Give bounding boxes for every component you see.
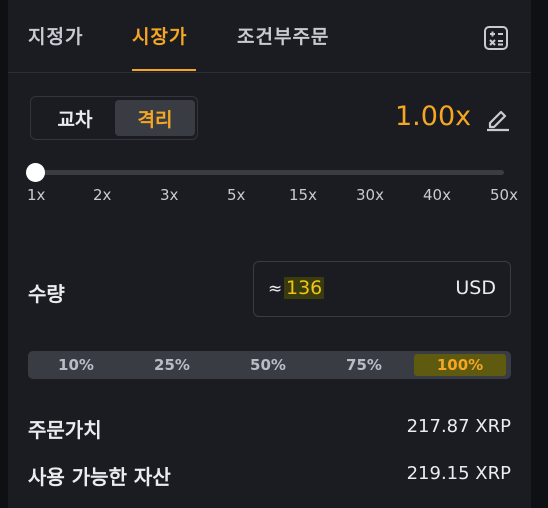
- quantity-unit: USD: [455, 277, 496, 299]
- quantity-input[interactable]: ≈ 136 USD: [253, 261, 511, 317]
- percent-10-button[interactable]: 10%: [30, 354, 122, 376]
- percent-25-button[interactable]: 25%: [126, 354, 218, 376]
- quantity-value[interactable]: 136: [284, 277, 325, 299]
- leverage-tick-2x[interactable]: 2x: [93, 186, 111, 204]
- leverage-tick-15x[interactable]: 15x: [289, 186, 317, 204]
- leverage-tick-3x[interactable]: 3x: [160, 186, 178, 204]
- leverage-slider-thumb[interactable]: [26, 163, 45, 182]
- order-value-label: 주문가치: [28, 418, 102, 442]
- tab-limit[interactable]: 지정가: [28, 22, 83, 49]
- leverage-tick-30x[interactable]: 30x: [356, 186, 384, 204]
- leverage-slider-track[interactable]: [36, 170, 504, 175]
- leverage-tick-40x[interactable]: 40x: [423, 186, 451, 204]
- calculator-icon[interactable]: [483, 25, 509, 51]
- percent-75-button[interactable]: 75%: [318, 354, 410, 376]
- order-type-tabs: 지정가 시장가 조건부주문: [8, 0, 531, 73]
- active-tab-underline: [132, 69, 196, 71]
- percent-100-button[interactable]: 100%: [414, 354, 506, 376]
- tab-conditional[interactable]: 조건부주문: [237, 22, 329, 49]
- order-value: 217.87 XRP: [406, 416, 511, 437]
- leverage-tick-50x[interactable]: 50x: [490, 186, 518, 204]
- cross-margin-button[interactable]: 교차: [35, 100, 115, 136]
- leverage-tick-5x[interactable]: 5x: [227, 186, 245, 204]
- edit-pencil-icon[interactable]: [484, 104, 512, 132]
- percent-50-button[interactable]: 50%: [222, 354, 314, 376]
- approx-symbol: ≈: [268, 279, 283, 299]
- order-panel: 지정가 시장가 조건부주문 교차 격리 1.00x 1x 2x 3x 5x 15…: [8, 0, 531, 508]
- available-assets-label: 사용 가능한 자산: [28, 465, 171, 489]
- available-assets-value: 219.15 XRP: [406, 463, 511, 484]
- isolated-margin-button[interactable]: 격리: [115, 100, 195, 136]
- percent-selector: 10% 25% 50% 75% 100%: [28, 351, 511, 379]
- tab-market[interactable]: 시장가: [132, 22, 187, 49]
- margin-mode-toggle: 교차 격리: [30, 96, 198, 140]
- leverage-value: 1.00x: [395, 101, 472, 132]
- quantity-label: 수량: [28, 282, 65, 306]
- leverage-tick-1x[interactable]: 1x: [27, 186, 45, 204]
